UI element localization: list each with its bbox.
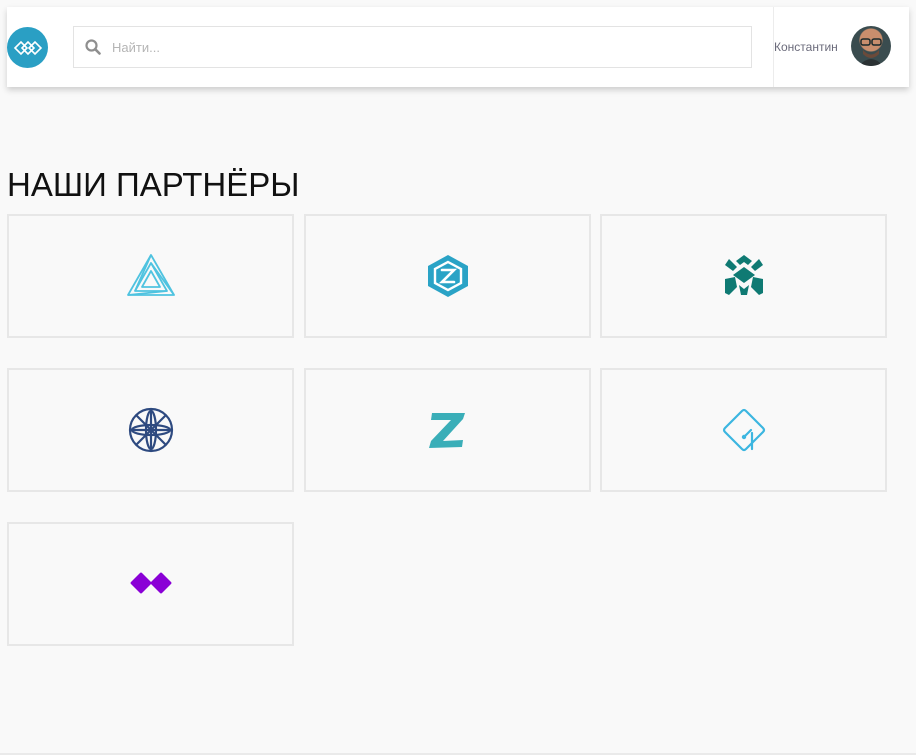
partner-card[interactable] xyxy=(600,368,887,492)
partner-card[interactable] xyxy=(7,522,294,646)
tribal-mask-icon xyxy=(724,255,763,295)
partner-card[interactable] xyxy=(7,214,294,338)
z-letter-icon xyxy=(428,413,465,448)
partner-card[interactable] xyxy=(600,214,887,338)
partner-card[interactable] xyxy=(7,368,294,492)
search-icon xyxy=(74,27,112,67)
diamond-lattice-icon xyxy=(13,40,42,55)
partner-card[interactable] xyxy=(304,368,591,492)
search-input[interactable] xyxy=(112,27,751,67)
page-title: НАШИ ПАРТНЁРЫ xyxy=(7,166,300,203)
partner-card[interactable] xyxy=(304,214,591,338)
search-box[interactable] xyxy=(73,26,752,68)
rounded-diamond-icon xyxy=(722,408,765,452)
top-bar: Константин xyxy=(7,7,909,87)
app-logo[interactable] xyxy=(7,27,48,68)
avatar[interactable] xyxy=(851,26,891,66)
hexagon-icon xyxy=(427,255,468,297)
double-diamond-icon xyxy=(130,572,171,594)
impossible-triangle-icon xyxy=(126,254,175,296)
flower-circle-icon xyxy=(128,407,173,453)
user-name[interactable]: Константин xyxy=(774,40,838,54)
